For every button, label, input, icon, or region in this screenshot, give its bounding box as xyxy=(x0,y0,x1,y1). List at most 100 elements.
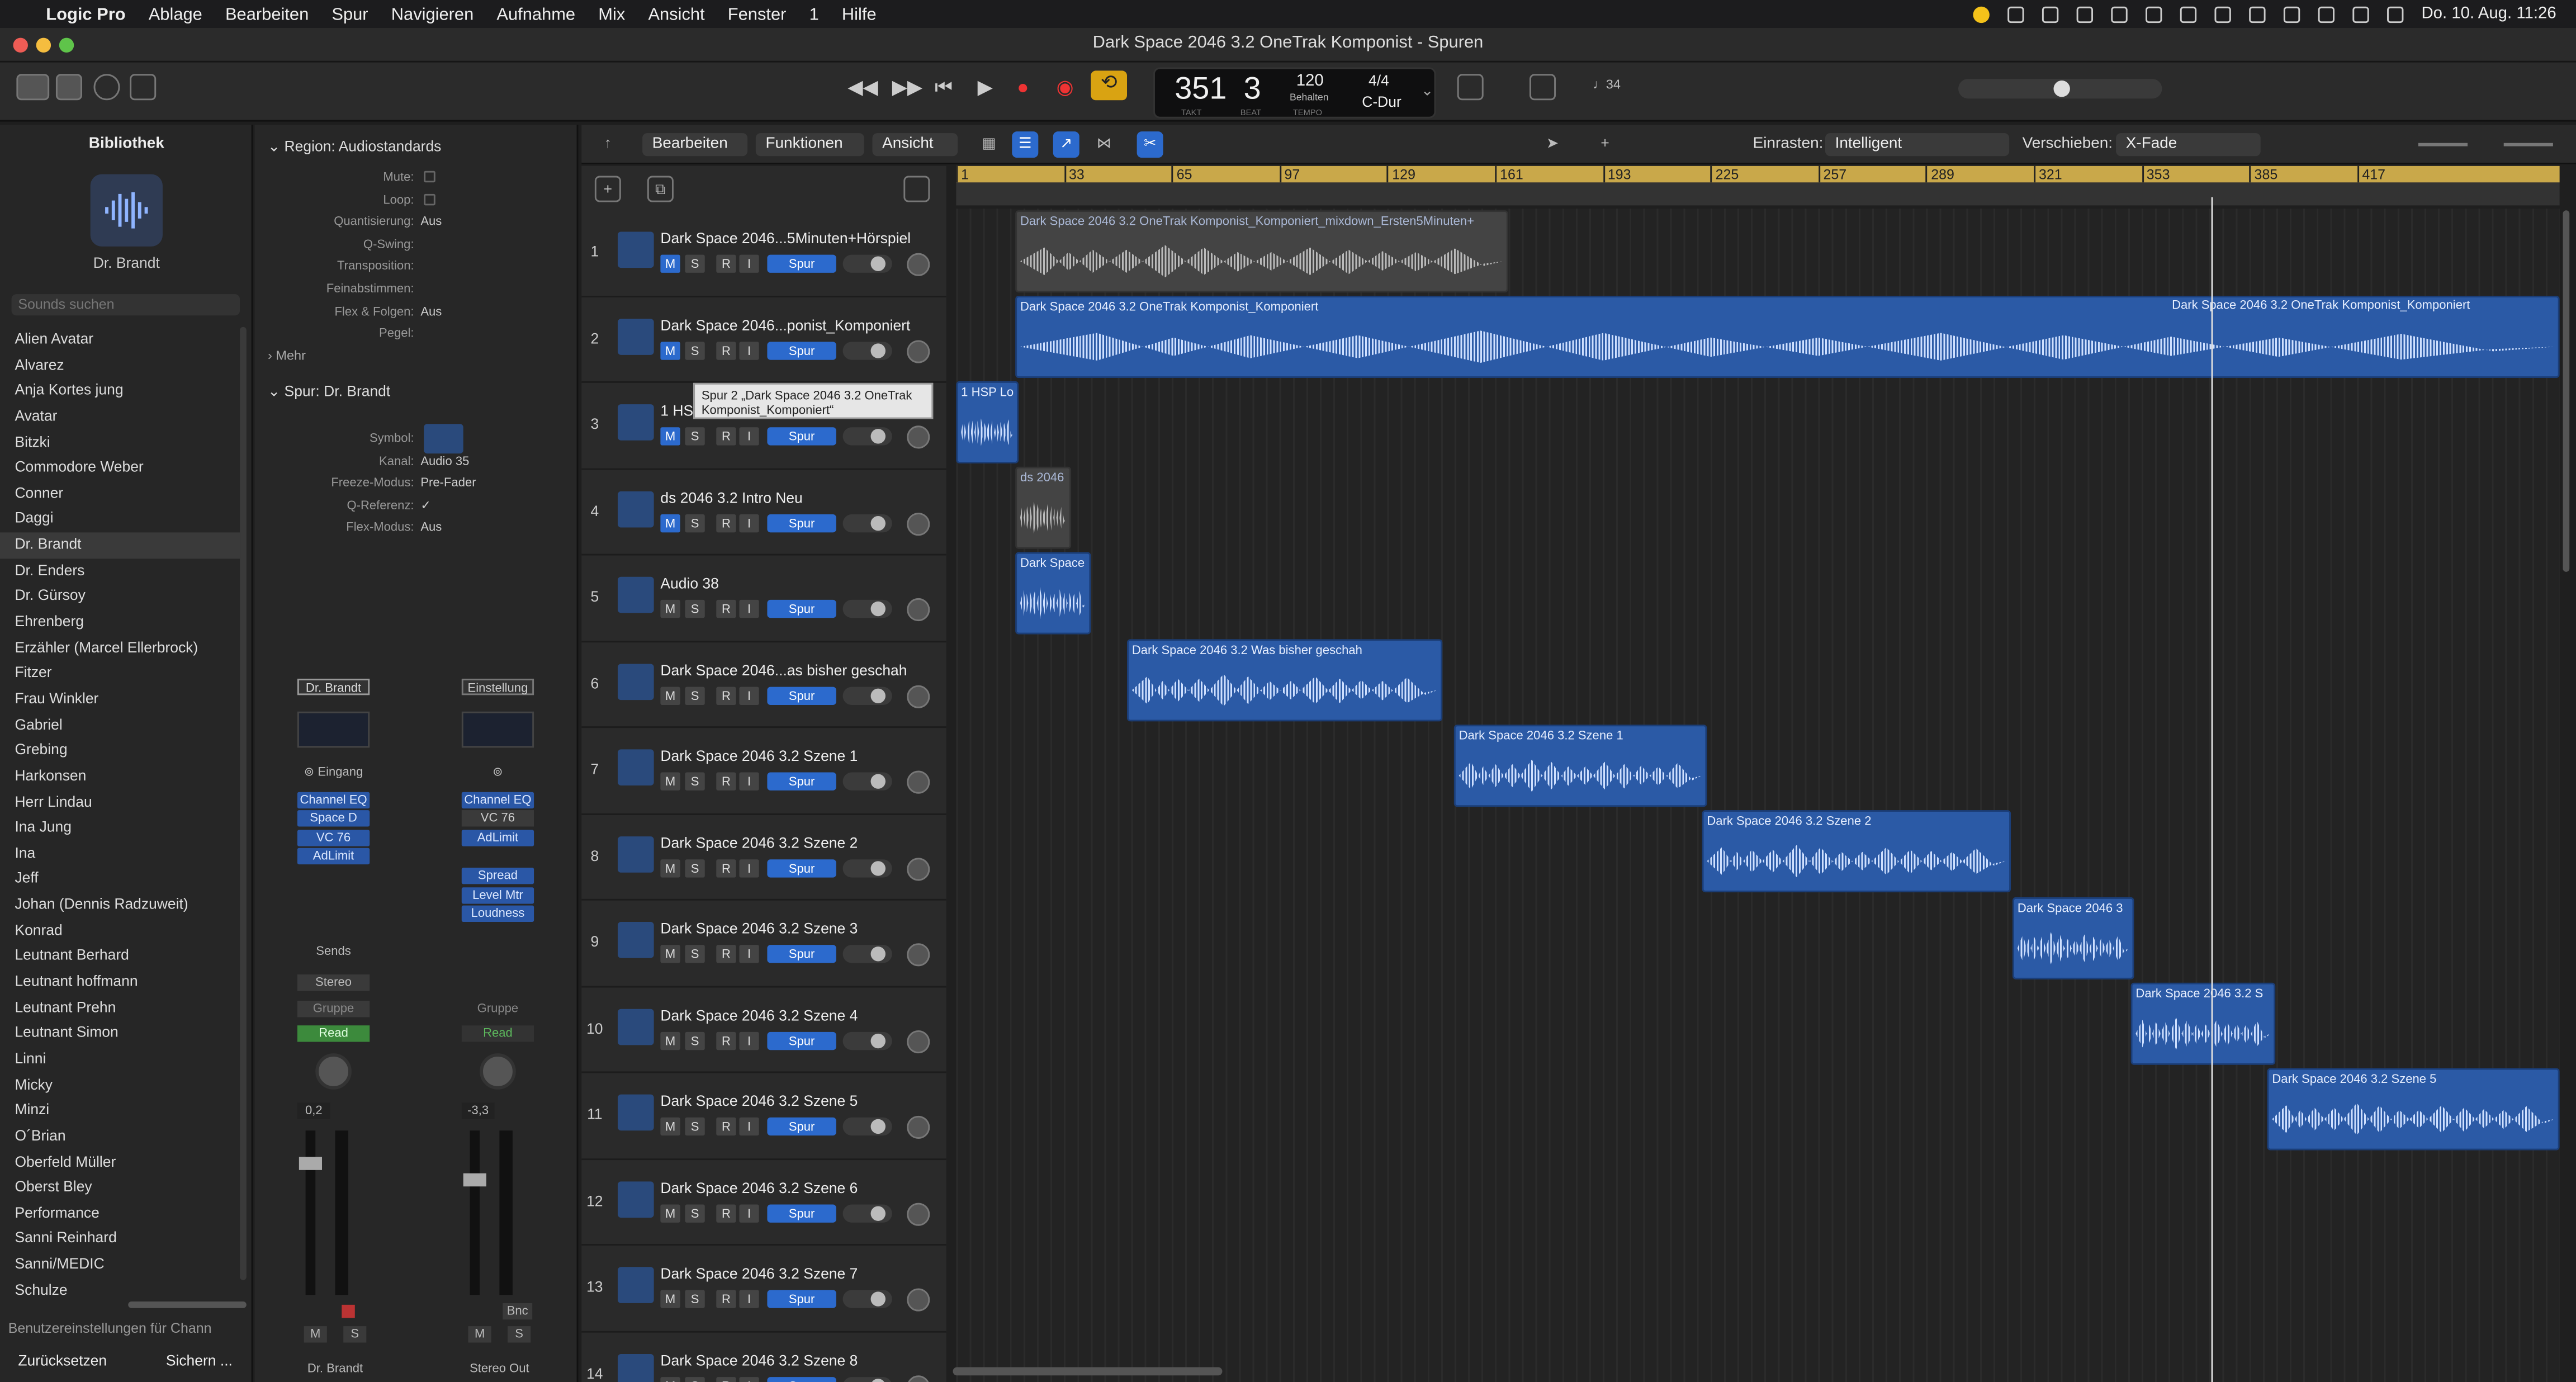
play-button[interactable]: ▶ xyxy=(978,75,993,98)
view-menu[interactable]: Ansicht xyxy=(872,133,958,157)
track-waveform-icon[interactable] xyxy=(617,576,654,613)
library-item[interactable]: Konrad xyxy=(0,918,240,944)
audio-region[interactable]: ds 2046 xyxy=(1015,466,1072,549)
library-item[interactable]: Leutnant Berhard xyxy=(0,944,240,969)
library-item[interactable]: Leutnant hoffmann xyxy=(0,969,240,995)
track-waveform-icon[interactable] xyxy=(617,835,654,872)
track-r-button[interactable]: R xyxy=(716,1117,736,1136)
note-pad-icon[interactable] xyxy=(2456,74,2482,100)
track-header[interactable]: 2 Dark Space 2046...ponist_Komponiert M S R I… xyxy=(581,296,946,383)
track-waveform-icon[interactable] xyxy=(617,318,654,354)
track-i-button[interactable]: I xyxy=(739,599,759,618)
track-on-off-toggle[interactable] xyxy=(842,427,892,446)
track-volume-knob[interactable] xyxy=(907,1288,930,1312)
library-item[interactable]: Sanni/MEDIC xyxy=(0,1252,240,1278)
status-eject-icon[interactable] xyxy=(2111,6,2128,22)
library-item[interactable]: Micky xyxy=(0,1072,240,1098)
track-s-button[interactable]: S xyxy=(685,599,705,618)
status-keyboard-icon[interactable] xyxy=(2042,6,2058,22)
track-r-button[interactable]: R xyxy=(716,1290,736,1308)
reset-button[interactable]: Zurücksetzen xyxy=(18,1352,107,1369)
track-volume-knob[interactable] xyxy=(907,1029,930,1053)
track-r-button[interactable]: R xyxy=(716,858,736,877)
track-s-button[interactable]: S xyxy=(685,340,705,359)
library-search-input[interactable]: Sounds suchen xyxy=(11,294,240,316)
track-header[interactable]: 1 Dark Space 2046...5Minuten+Hörspiel M S R I… xyxy=(581,210,946,297)
inspector-row-value[interactable]: ✓ xyxy=(420,498,431,512)
track-m-button[interactable]: M xyxy=(660,858,680,877)
track-input-button[interactable]: Spur xyxy=(767,599,836,618)
track-m-button[interactable]: M xyxy=(660,686,680,704)
track-input-button[interactable]: Spur xyxy=(767,858,836,877)
cycle-button[interactable]: ⟲ xyxy=(1091,70,1128,101)
track-r-button[interactable]: R xyxy=(716,254,736,273)
strip2-plugin-spread[interactable]: Spread xyxy=(461,867,534,884)
track-waveform-icon[interactable] xyxy=(617,490,654,527)
strip2-link-icon[interactable]: ⊚ xyxy=(462,764,534,780)
track-i-button[interactable]: I xyxy=(739,513,759,532)
strip2-fader-cap[interactable] xyxy=(463,1173,486,1187)
strip2-plugin-level-meter[interactable]: Level Mtr xyxy=(461,887,534,904)
inspector-row-value[interactable]: Aus xyxy=(420,520,442,534)
library-item[interactable]: Ina xyxy=(0,841,240,867)
library-item[interactable]: Gabriel xyxy=(0,713,240,739)
track-header[interactable]: 6 Dark Space 2046...as bisher geschah M S R I… xyxy=(581,641,946,728)
track-volume-knob[interactable] xyxy=(907,856,930,881)
track-waveform-icon[interactable] xyxy=(617,1353,654,1382)
track-name[interactable]: ds 2046 3.2 Intro Neu xyxy=(660,489,802,505)
track-on-off-toggle[interactable] xyxy=(842,1204,892,1222)
track-on-off-toggle[interactable] xyxy=(842,254,892,273)
loop-browser-icon[interactable] xyxy=(2494,74,2520,100)
audio-region[interactable]: Dark Space 2046 3.2 S xyxy=(2130,982,2276,1065)
track-header[interactable]: 8 Dark Space 2046 3.2 Szene 2 M S R I Spur xyxy=(581,814,946,901)
track-input-button[interactable]: Spur xyxy=(767,1117,836,1136)
status-info-icon[interactable] xyxy=(2180,6,2196,22)
add-track-button[interactable]: + xyxy=(594,176,621,202)
track-input-button[interactable]: Spur xyxy=(767,945,836,963)
status-app-icon[interactable] xyxy=(1973,6,1990,22)
catch-icon[interactable]: ↗ xyxy=(1053,131,1079,158)
track-name[interactable]: Dark Space 2046 3.2 Szene 7 xyxy=(660,1265,858,1281)
track-s-button[interactable]: S xyxy=(685,427,705,446)
save-button[interactable]: Sichern ... xyxy=(166,1352,233,1369)
track-on-off-toggle[interactable] xyxy=(842,686,892,704)
smart-controls-icon[interactable] xyxy=(194,74,220,100)
mixer-icon[interactable] xyxy=(231,74,258,100)
rewind-button[interactable]: ◀◀ xyxy=(847,75,878,98)
track-header[interactable]: 10 Dark Space 2046 3.2 Szene 4 M S R I Spur xyxy=(581,987,946,1073)
strip1-automation-button[interactable]: Read xyxy=(297,1025,370,1042)
menu-mix[interactable]: Mix xyxy=(598,4,625,23)
track-waveform-icon[interactable] xyxy=(617,404,654,441)
bluetooth-icon[interactable] xyxy=(2214,6,2231,22)
library-item[interactable]: Harkonsen xyxy=(0,764,240,789)
track-header[interactable]: 13 Dark Space 2046 3.2 Szene 7 M S R I Spur xyxy=(581,1246,946,1332)
strip2-eq-thumbnail[interactable] xyxy=(461,711,534,748)
library-item[interactable]: Bitzki xyxy=(0,430,240,456)
library-item[interactable]: Conner xyxy=(0,481,240,507)
cycle-bar[interactable]: 1 33 65 97 129 161 193 225 257 289 321 353 385 417 xyxy=(956,165,2560,183)
track-i-button[interactable]: I xyxy=(739,254,759,273)
track-waveform-icon[interactable] xyxy=(617,749,654,786)
track-m-button[interactable]: M xyxy=(660,1290,680,1308)
track-i-button[interactable]: I xyxy=(739,427,759,446)
metronome-icon[interactable] xyxy=(1631,74,1658,100)
track-volume-knob[interactable] xyxy=(907,684,930,708)
track-name[interactable]: Dark Space 2046 3.2 Szene 4 xyxy=(660,1006,858,1023)
track-input-button[interactable]: Spur xyxy=(767,1031,836,1049)
library-item[interactable]: Commodore Weber xyxy=(0,456,240,481)
lcd-display[interactable]: 351 3 TAKT BEAT 120 Behalten TEMPO 4/4 C… xyxy=(1153,67,1436,119)
inspector-button[interactable] xyxy=(55,74,82,101)
library-item[interactable]: Jeff xyxy=(0,867,240,892)
track-s-button[interactable]: S xyxy=(685,513,705,532)
horizontal-zoom-icon[interactable] xyxy=(2359,131,2385,158)
track-s-button[interactable]: S xyxy=(685,1031,705,1049)
track-m-button[interactable]: M xyxy=(660,1204,680,1222)
track-r-button[interactable]: R xyxy=(716,686,736,704)
track-section-header[interactable]: ⌄ Spur: Dr. Brandt xyxy=(268,383,390,401)
track-r-button[interactable]: R xyxy=(716,1204,736,1222)
up-arrow-icon[interactable]: ↑ xyxy=(595,131,621,158)
audio-region[interactable]: Dark Space 2046 3 xyxy=(2012,897,2134,979)
track-r-button[interactable]: R xyxy=(716,599,736,618)
track-name[interactable]: Dark Space 2046 3.2 Szene 3 xyxy=(660,920,858,936)
track-m-button[interactable]: M xyxy=(660,1031,680,1049)
